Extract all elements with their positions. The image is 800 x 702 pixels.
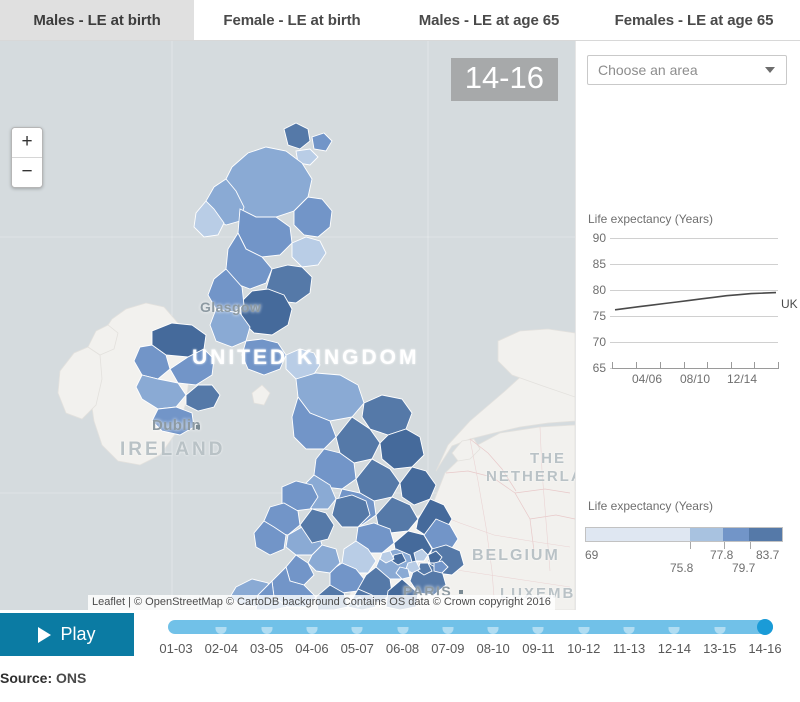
- map-vector-layer: .lnd { fill:#f2f1ee; stroke:#e3e1dd; str…: [0, 41, 575, 610]
- tab-label: Female - LE at birth: [223, 11, 361, 29]
- zoom-out-button[interactable]: −: [12, 158, 42, 187]
- chevron-down-icon: [765, 67, 775, 73]
- slider-step-label[interactable]: 01-03: [159, 641, 192, 656]
- slider-step-label[interactable]: 14-16: [748, 641, 781, 656]
- tab-males-le-at-birth[interactable]: Males - LE at birth: [0, 0, 194, 40]
- zoom-in-button[interactable]: +: [12, 128, 42, 158]
- source-label: Source:: [0, 670, 53, 686]
- slider-step-label[interactable]: 11-13: [613, 641, 645, 656]
- slider-step-label[interactable]: 05-07: [341, 641, 374, 656]
- xtick-mark: [707, 362, 708, 369]
- choropleth-map[interactable]: .lnd { fill:#f2f1ee; stroke:#e3e1dd; str…: [0, 41, 575, 610]
- trend-line-chart: Life expectancy (Years) 90 85 80 75 70 6…: [576, 206, 800, 406]
- legend-value-min: 69: [585, 548, 599, 562]
- year-timeline-slider[interactable]: 01-03 02-04 03-05 04-06 05-07 06-08 07-09 08-10…: [159, 613, 782, 658]
- slider-handle[interactable]: [757, 619, 773, 635]
- xtick-mark: [684, 362, 685, 369]
- slider-step-label[interactable]: 12-14: [658, 641, 691, 656]
- life-expectancy-map-app: Males - LE at birth Female - LE at birth…: [0, 0, 800, 702]
- xtick-mark: [778, 362, 779, 369]
- slider-step-label[interactable]: 13-15: [703, 641, 736, 656]
- slider-step-label[interactable]: 02-04: [205, 641, 238, 656]
- tab-females-le-at-age-65[interactable]: Females - LE at age 65: [588, 0, 800, 40]
- series-line-uk: [614, 291, 777, 311]
- slider-track[interactable]: [168, 620, 773, 634]
- area-select-placeholder: Choose an area: [598, 62, 698, 78]
- legend-segment-1: [586, 528, 690, 541]
- legend-value-break3: 79.7: [732, 561, 756, 575]
- map-zoom-control: + −: [11, 127, 43, 188]
- legend-segment-3: [723, 528, 749, 541]
- slider-step-label[interactable]: 03-05: [250, 641, 283, 656]
- xtick-mark: [612, 362, 613, 369]
- source-line: Source: ONS: [0, 670, 86, 686]
- slider-step-label[interactable]: 06-08: [386, 641, 419, 656]
- tab-bar: Males - LE at birth Female - LE at birth…: [0, 0, 800, 41]
- xtick-mark: [754, 362, 755, 369]
- city-dot-paris: [459, 590, 463, 594]
- tab-female-le-at-birth[interactable]: Female - LE at birth: [194, 0, 390, 40]
- map-attribution[interactable]: Leaflet | © OpenStreetMap © CartoDB back…: [88, 595, 555, 610]
- xtick-label-0406: 04/06: [631, 372, 663, 386]
- tab-label: Females - LE at age 65: [614, 11, 774, 29]
- tab-males-le-at-age-65[interactable]: Males - LE at age 65: [390, 0, 588, 40]
- xtick-mark: [660, 362, 661, 369]
- legend-title: Life expectancy (Years): [588, 499, 713, 513]
- legend-color-bar: [585, 527, 783, 542]
- sidebar-panel: Choose an area Life expectancy (Years) 9…: [575, 41, 800, 610]
- tab-label: Males - LE at age 65: [418, 11, 560, 29]
- slider-step-label[interactable]: 04-06: [295, 641, 328, 656]
- play-button[interactable]: Play: [0, 613, 134, 656]
- slider-step-label[interactable]: 08-10: [477, 641, 510, 656]
- legend-tick: [750, 542, 751, 549]
- play-triangle-icon: [38, 626, 52, 643]
- legend-value-break1: 75.8: [670, 561, 694, 575]
- year-badge: 14-16: [450, 58, 558, 102]
- slider-step-label[interactable]: 10-12: [567, 641, 600, 656]
- slider-step-label[interactable]: 07-09: [431, 641, 464, 656]
- legend-segment-4: [748, 528, 782, 541]
- xtick-label-0810: 08/10: [679, 372, 711, 386]
- xtick-label-1214: 12/14: [726, 372, 758, 386]
- xtick-mark: [731, 362, 732, 369]
- legend-value-break2: 77.8: [710, 548, 734, 562]
- legend-value-max: 83.7: [756, 548, 780, 562]
- xtick-mark: [636, 362, 637, 369]
- tab-label: Males - LE at birth: [33, 11, 161, 29]
- source-value[interactable]: ONS: [56, 670, 86, 686]
- series-label-uk: UK: [781, 297, 798, 311]
- slider-step-label[interactable]: 09-11: [522, 641, 554, 656]
- area-select-dropdown[interactable]: Choose an area: [587, 55, 787, 85]
- legend-tick: [690, 542, 691, 549]
- play-button-label: Play: [60, 624, 96, 644]
- legend-segment-2: [689, 528, 724, 541]
- city-dot-dublin: [196, 425, 200, 429]
